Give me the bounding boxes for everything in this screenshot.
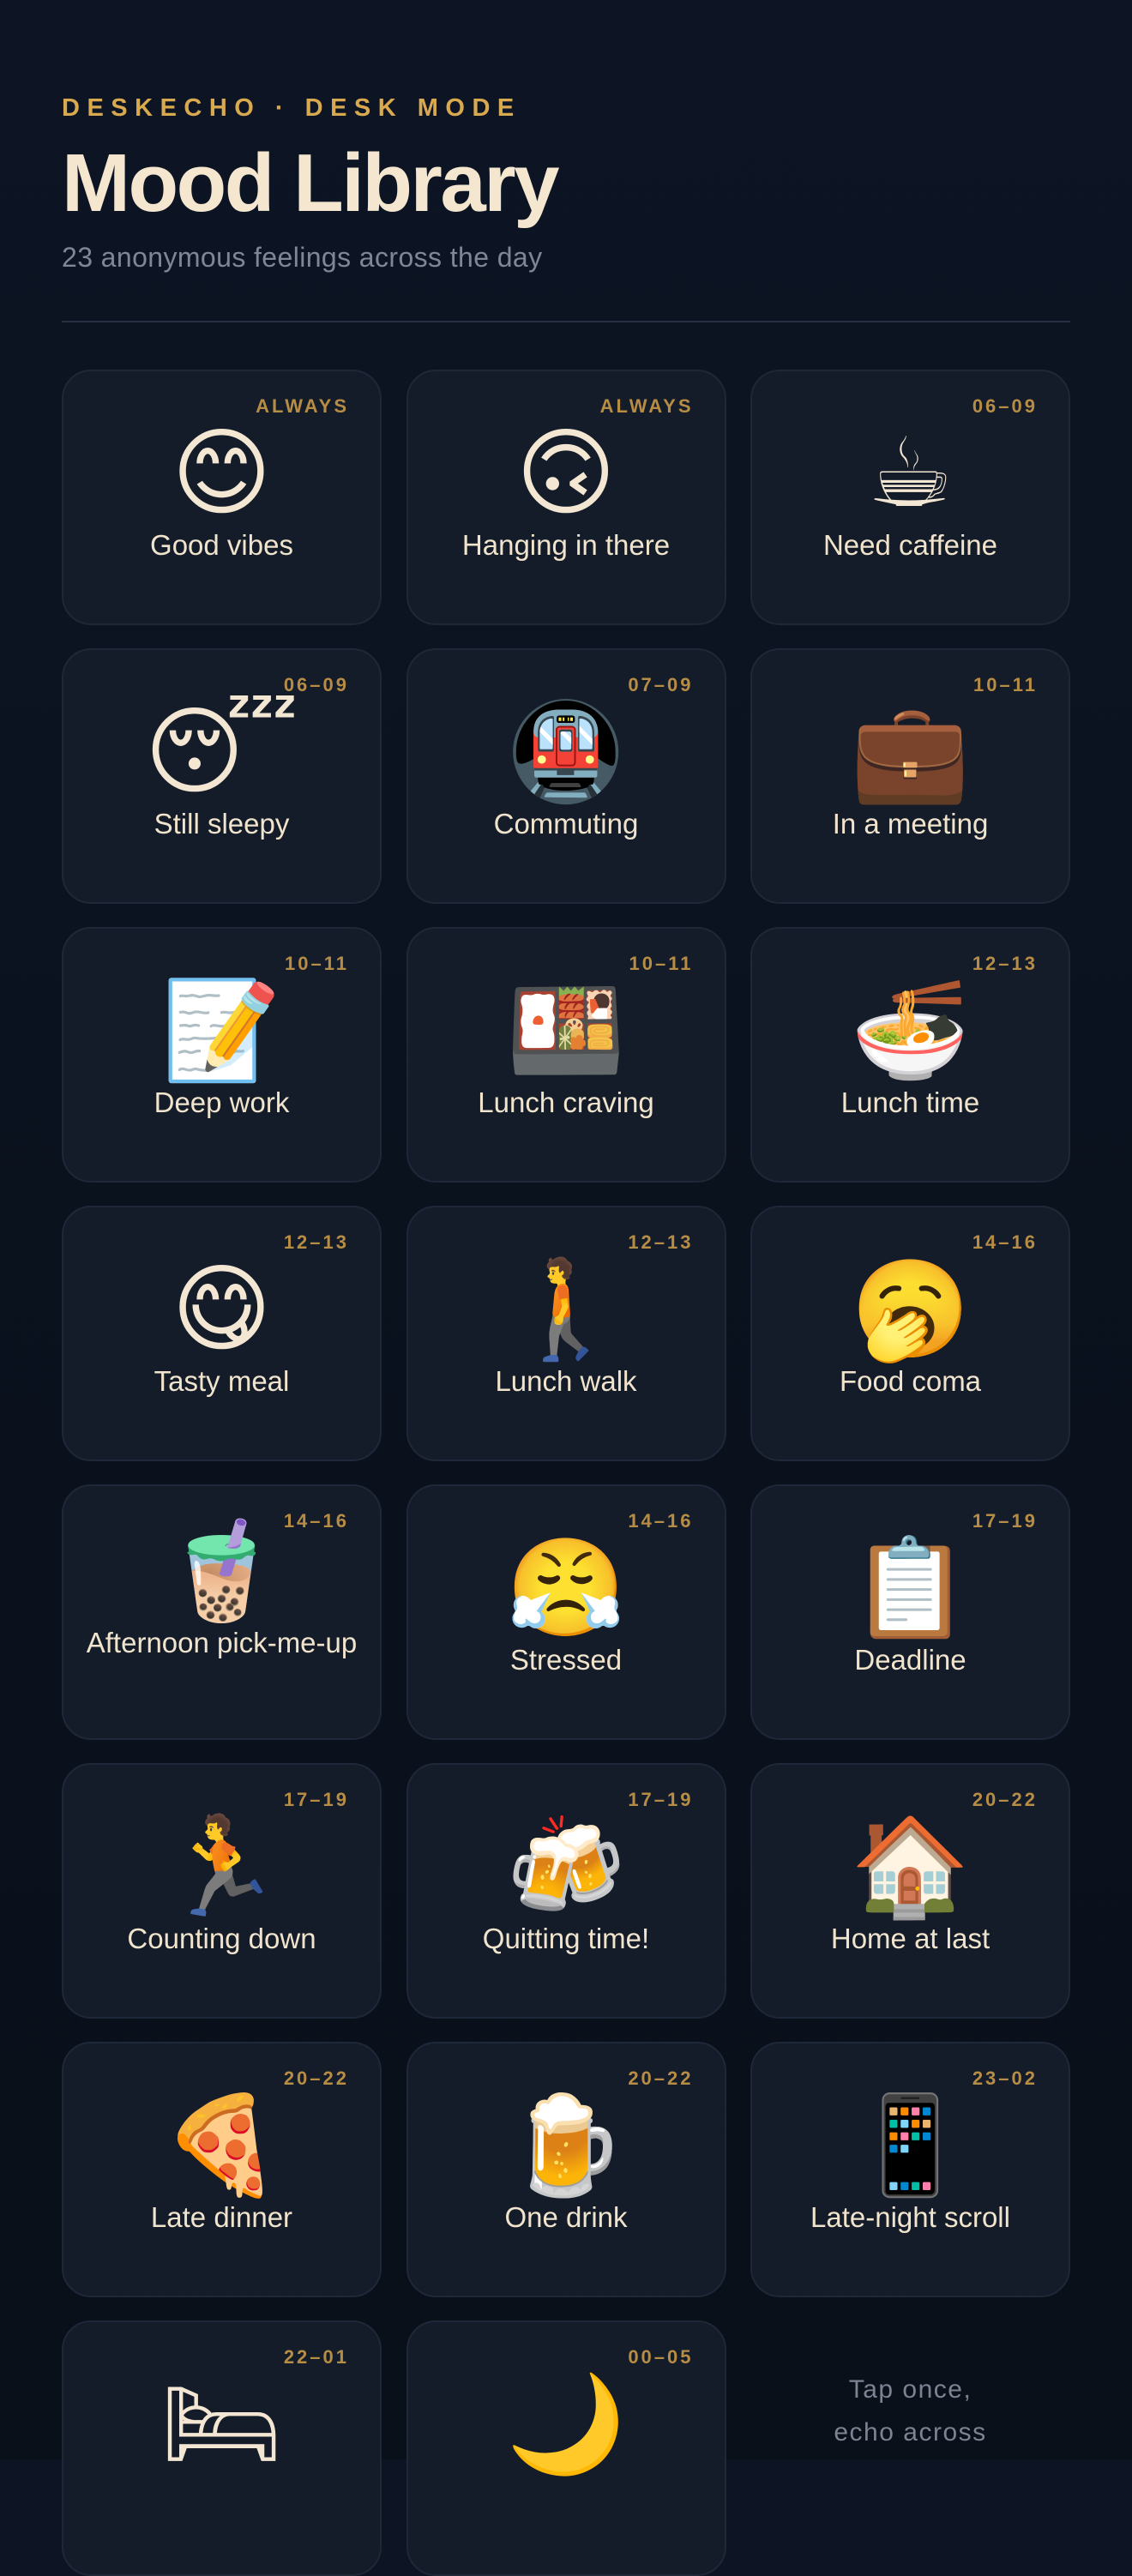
mood-label: One drink: [504, 2201, 628, 2233]
mood-card[interactable]: 06–09 ☕ Need caffeine: [750, 370, 1070, 625]
mood-label: Tasty meal: [154, 1365, 290, 1397]
mood-card[interactable]: 10–11 💼 In a meeting: [750, 648, 1070, 904]
mood-card[interactable]: ALWAYS 🙃 Hanging in there: [406, 370, 726, 625]
yum-face-icon: 😋: [172, 1254, 272, 1365]
mood-card[interactable]: 10–11 🍱 Lunch craving: [406, 927, 726, 1183]
page-title: Mood Library: [62, 137, 560, 229]
mood-label: Late dinner: [150, 2201, 293, 2233]
mood-card[interactable]: 12–13 🚶 Lunch walk: [406, 1206, 726, 1461]
train-icon: 🚇: [506, 696, 626, 808]
mood-card[interactable]: 17–19 🍻 Quitting time!: [406, 1763, 726, 2019]
mood-label: Need caffeine: [822, 529, 998, 561]
time-range-badge: 17–19: [972, 1510, 1038, 1532]
mood-card[interactable]: 22–01 🛏: [62, 2320, 382, 2576]
mood-label: Home at last: [830, 1923, 990, 1954]
header-divider: [62, 321, 1070, 322]
clipboard-icon: 📋: [850, 1532, 971, 1644]
bento-box-icon: 🍱: [506, 975, 626, 1086]
mood-card[interactable]: 06–09 😴 Still sleepy: [62, 648, 382, 904]
mood-label: Food coma: [839, 1365, 982, 1397]
time-range-badge: ALWAYS: [599, 395, 694, 417]
beer-mug-icon: 🍺: [506, 2090, 626, 2201]
time-range-badge: 10–11: [629, 953, 694, 974]
upside-down-face-icon: 🙃: [515, 418, 617, 529]
page-subtitle: 23 anonymous feelings across the day: [62, 242, 543, 273]
mood-label: Still sleepy: [154, 808, 290, 840]
time-range-badge: 23–02: [972, 2067, 1038, 2089]
mood-card[interactable]: 14–16 🧋 Afternoon pick-me-up: [62, 1484, 382, 1740]
noodle-bowl-icon: 🍜: [850, 975, 971, 1086]
mood-card[interactable]: 14–16 🥱 Food coma: [750, 1206, 1070, 1461]
mood-label: Counting down: [127, 1923, 316, 1954]
smiling-face-icon: 😊: [172, 418, 272, 529]
briefcase-icon: 💼: [850, 696, 971, 808]
mood-card[interactable]: 07–09 🚇 Commuting: [406, 648, 726, 904]
crescent-moon-icon: 🌙: [506, 2368, 626, 2480]
mood-grid: ALWAYS 😊 Good vibes ALWAYS 🙃 Hanging in there…: [62, 370, 1070, 2576]
mood-label: Stressed: [509, 1644, 623, 1676]
mood-card[interactable]: 00–05 🌙: [406, 2320, 726, 2576]
mood-card[interactable]: 20–22 🍺 One drink: [406, 2042, 726, 2297]
bed-icon: 🛏: [160, 2368, 283, 2480]
sleeping-face-icon: 😴: [144, 696, 299, 808]
time-range-badge: 06–09: [972, 395, 1038, 417]
time-range-badge: ALWAYS: [256, 395, 349, 417]
yawning-face-icon: 🥱: [850, 1254, 971, 1365]
mood-label: Hanging in there: [461, 529, 671, 561]
time-range-badge: 06–09: [283, 674, 349, 695]
time-range-badge: 12–13: [283, 1231, 349, 1253]
mood-card[interactable]: 12–13 😋 Tasty meal: [62, 1206, 382, 1461]
time-range-badge: 14–16: [628, 1510, 694, 1532]
time-range-badge: 17–19: [628, 1789, 694, 1810]
time-range-badge: 12–13: [972, 953, 1038, 974]
mood-label: Lunch walk: [495, 1365, 637, 1397]
mood-label: Quitting time!: [482, 1923, 650, 1954]
house-icon: 🏠: [850, 1811, 971, 1923]
mood-label: Deep work: [154, 1086, 290, 1118]
mood-label: Late-night scroll: [810, 2201, 1010, 2233]
mood-card[interactable]: 17–19 📋 Deadline: [750, 1484, 1070, 1740]
time-range-badge: 12–13: [628, 1231, 694, 1253]
pizza-icon: 🍕: [161, 2090, 282, 2201]
memo-pencil-icon: 📝: [161, 975, 282, 1086]
running-person-icon: 🏃: [161, 1811, 282, 1923]
time-range-badge: 20–22: [283, 2067, 349, 2089]
clinking-beers-icon: 🍻: [506, 1811, 626, 1923]
mood-label: Deadline: [854, 1644, 966, 1676]
coffee-cup-icon: ☕: [867, 418, 954, 529]
bubble-tea-icon: 🧋: [161, 1515, 282, 1627]
mood-label: Good vibes: [150, 529, 293, 561]
tap-hint: Tap once, echo across: [750, 2320, 1070, 2576]
mood-card[interactable]: 10–11 📝 Deep work: [62, 927, 382, 1183]
mood-card[interactable]: 17–19 🏃 Counting down: [62, 1763, 382, 2019]
walking-person-icon: 🚶: [506, 1254, 626, 1365]
tap-hint-text: Tap once, echo across: [750, 2368, 1070, 2454]
mood-card[interactable]: ALWAYS 😊 Good vibes: [62, 370, 382, 625]
mood-label: Commuting: [493, 808, 639, 840]
time-range-badge: 20–22: [972, 1789, 1038, 1810]
time-range-badge: 10–11: [973, 674, 1038, 695]
mood-card[interactable]: 20–22 🍕 Late dinner: [62, 2042, 382, 2297]
time-range-badge: 17–19: [283, 1789, 349, 1810]
mood-label: Lunch time: [840, 1086, 980, 1118]
mood-label: Lunch craving: [478, 1086, 654, 1118]
app-eyebrow: DESKECHO · DESK MODE: [62, 94, 521, 122]
time-range-badge: 22–01: [283, 2346, 349, 2368]
phone-icon: 📱: [850, 2090, 971, 2201]
mood-label: In a meeting: [832, 808, 989, 840]
time-range-badge: 07–09: [628, 674, 694, 695]
time-range-badge: 14–16: [972, 1231, 1038, 1253]
time-range-badge: 10–11: [285, 953, 349, 974]
tap-hint-line: echo across: [834, 2418, 987, 2447]
mood-card[interactable]: 20–22 🏠 Home at last: [750, 1763, 1070, 2019]
mood-card[interactable]: 23–02 📱 Late-night scroll: [750, 2042, 1070, 2297]
mood-card[interactable]: 12–13 🍜 Lunch time: [750, 927, 1070, 1183]
mood-card[interactable]: 14–16 😤 Stressed: [406, 1484, 726, 1740]
time-range-badge: 00–05: [628, 2346, 694, 2368]
mood-label: Afternoon pick-me-up: [86, 1627, 358, 1658]
steaming-face-icon: 😤: [506, 1532, 626, 1644]
tap-hint-line: Tap once,: [848, 2375, 972, 2404]
time-range-badge: 20–22: [628, 2067, 694, 2089]
